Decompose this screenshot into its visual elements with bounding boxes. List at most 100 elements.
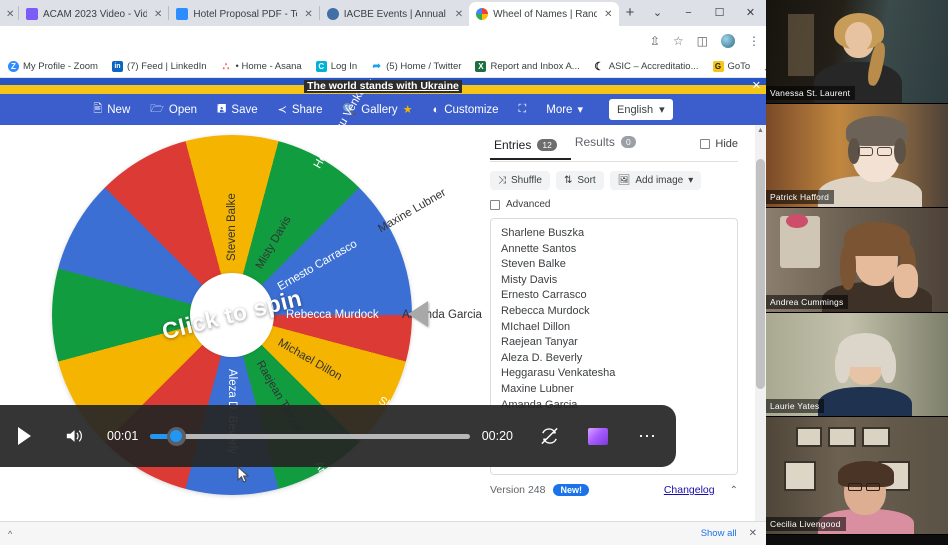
advanced-checkbox[interactable] bbox=[490, 199, 500, 210]
participant-name: Vanessa St. Laurent bbox=[766, 86, 856, 100]
close-icon[interactable]: ✕ bbox=[154, 9, 162, 20]
close-icon[interactable]: ✕ bbox=[455, 9, 463, 20]
bookmark-twitter[interactable]: ➦ (5) Home / Twitter bbox=[371, 61, 461, 72]
tab-overflow-close[interactable]: ✕ bbox=[0, 2, 18, 26]
bookmark-asic[interactable]: ☾ ASIC – Accreditatio... bbox=[593, 61, 699, 73]
linkedin-icon: in bbox=[111, 61, 123, 72]
participant-tile[interactable]: Patrick Hafford bbox=[766, 104, 948, 208]
bookmark-goto[interactable]: G GoTo bbox=[712, 61, 750, 72]
collapse-caret-icon[interactable]: ⌃ bbox=[730, 485, 738, 496]
screen: ✕ ACAM 2023 Video - Video ✕ Hotel Propos… bbox=[0, 0, 948, 545]
scroll-up-arrow[interactable]: ▲ bbox=[755, 127, 766, 134]
language-select[interactable]: English ▾ bbox=[608, 99, 673, 120]
save-button[interactable]: 🖪 Save bbox=[217, 100, 258, 119]
entry-item[interactable]: Steven Balke bbox=[501, 257, 727, 273]
open-folder-icon: 🗁 bbox=[150, 103, 164, 115]
close-icon[interactable]: ✕ bbox=[6, 9, 14, 20]
share-icon[interactable]: ⇫ bbox=[650, 34, 660, 48]
new-file-icon: 🖹 bbox=[93, 103, 103, 115]
tab-search-icon[interactable]: ⌄ bbox=[642, 0, 673, 26]
button-label: Customize bbox=[444, 103, 499, 116]
banner-text[interactable]: The world stands with Ukraine bbox=[304, 79, 462, 93]
tab-acam-video[interactable]: ACAM 2023 Video - Video ✕ bbox=[19, 2, 168, 26]
tab-label: Entries bbox=[494, 137, 532, 152]
banner-close-icon[interactable]: ✕ bbox=[752, 79, 761, 92]
teams-favicon bbox=[176, 8, 189, 20]
entry-item[interactable]: Raejean Tanyar bbox=[501, 335, 727, 351]
participant-name: Laurie Yates bbox=[766, 399, 825, 413]
more-button[interactable]: More ▾ bbox=[546, 103, 583, 117]
participant-tile[interactable]: Vanessa St. Laurent bbox=[766, 0, 948, 104]
add-image-button[interactable]: 🖼 Add image ▾ bbox=[609, 171, 702, 190]
gallery-button[interactable]: 🔍 Gallery ★ bbox=[342, 103, 413, 117]
close-icon[interactable]: ✕ bbox=[604, 9, 612, 20]
hide-checkbox[interactable] bbox=[700, 139, 711, 149]
close-icon[interactable]: ✕ bbox=[304, 9, 312, 20]
participant-name: Patrick Hafford bbox=[766, 190, 835, 204]
entry-item[interactable]: Ernesto Carrasco bbox=[501, 288, 727, 304]
volume-button[interactable] bbox=[65, 427, 85, 445]
entry-item[interactable]: Aleza D. Beverly bbox=[501, 351, 727, 367]
hide-toggle[interactable]: Hide bbox=[700, 138, 738, 150]
chevron-down-icon: ▾ bbox=[659, 104, 665, 116]
play-button[interactable] bbox=[16, 426, 33, 446]
caret-up-icon[interactable]: ^ bbox=[8, 529, 12, 539]
sort-button[interactable]: ⇅ Sort bbox=[555, 171, 604, 190]
participant-tile[interactable]: Laurie Yates bbox=[766, 313, 948, 417]
open-button[interactable]: 🗁 Open bbox=[150, 100, 197, 119]
show-all-downloads-link[interactable]: Show all bbox=[701, 528, 737, 539]
panel-tabs: Entries 12 Results 0 Hide bbox=[490, 133, 738, 162]
entry-item[interactable]: Rebecca Murdock bbox=[501, 304, 727, 320]
new-button[interactable]: 🖹 New bbox=[93, 100, 130, 119]
effects-icon bbox=[588, 427, 608, 445]
more-options-icon: ⋯ bbox=[638, 426, 656, 446]
loop-off-icon bbox=[541, 427, 558, 445]
customize-button[interactable]: ◐ Customize bbox=[433, 104, 499, 116]
bookmark-asana[interactable]: ∴ • Home - Asana bbox=[220, 61, 302, 73]
bookmark-zoom[interactable]: Z My Profile - Zoom bbox=[8, 61, 98, 72]
search-icon: 🔍 bbox=[342, 104, 357, 116]
profile-avatar[interactable] bbox=[721, 34, 735, 48]
entry-item[interactable]: Sharlene Buszka bbox=[501, 226, 727, 242]
page-scrollbar[interactable]: ▲ ▼ bbox=[755, 125, 766, 545]
entry-item[interactable]: Heggarasu Venkatesha bbox=[501, 366, 727, 382]
entry-item[interactable]: Annette Santos bbox=[501, 242, 727, 258]
bookmark-report-inbox[interactable]: X Report and Inbox A... bbox=[475, 61, 580, 72]
sidepanel-icon[interactable]: ◫ bbox=[697, 34, 708, 48]
bookmark-login[interactable]: C Log In bbox=[315, 61, 357, 72]
share-button[interactable]: ≺ Share bbox=[278, 103, 323, 117]
seek-slider[interactable] bbox=[150, 426, 470, 446]
participant-tile[interactable]: Andrea Cummings bbox=[766, 208, 948, 313]
minimize-icon[interactable]: − bbox=[673, 0, 704, 26]
entry-item[interactable]: Maxine Lubner bbox=[501, 382, 727, 398]
star-icon[interactable]: ☆ bbox=[673, 34, 684, 48]
hide-label: Hide bbox=[715, 138, 738, 150]
entry-item[interactable]: Misty Davis bbox=[501, 273, 727, 289]
effects-button[interactable] bbox=[588, 427, 608, 445]
bookmark-linkedin[interactable]: in (7) Feed | LinkedIn bbox=[111, 61, 207, 72]
window-close-icon[interactable]: ✕ bbox=[735, 0, 766, 26]
seek-handle[interactable] bbox=[166, 426, 186, 446]
tab-results[interactable]: Results 0 bbox=[571, 133, 650, 155]
maximize-icon[interactable]: ☐ bbox=[704, 0, 735, 26]
tab-entries[interactable]: Entries 12 bbox=[490, 136, 571, 160]
new-tab-button[interactable]: + bbox=[619, 4, 642, 23]
entries-actions: ⤨ Shuffle ⇅ Sort 🖼 Add image ▾ bbox=[490, 171, 738, 190]
more-options-button[interactable]: ⋯ bbox=[638, 426, 656, 446]
wheel-hub[interactable] bbox=[190, 273, 274, 357]
shuffle-button[interactable]: ⤨ Shuffle bbox=[490, 171, 550, 190]
kebab-menu-icon[interactable]: ⋮ bbox=[748, 34, 760, 48]
loop-button[interactable] bbox=[539, 426, 560, 446]
fullscreen-button[interactable]: ⛶ bbox=[519, 103, 527, 116]
participant-tile[interactable]: Cecilia Livengood bbox=[766, 417, 948, 535]
video-call-rail: Vanessa St. Laurent Patrick Hafford Andr… bbox=[766, 0, 948, 545]
tab-iacbe-events[interactable]: IACBE Events | Annual Confe ✕ bbox=[320, 2, 469, 26]
entry-item[interactable]: MIchael Dillon bbox=[501, 320, 727, 336]
close-icon[interactable]: ✕ bbox=[749, 528, 757, 539]
tab-wheel-of-names[interactable]: Wheel of Names | Random n ✕ bbox=[469, 2, 619, 26]
participant-name: Andrea Cummings bbox=[766, 295, 849, 309]
changelog-link[interactable]: Changelog bbox=[664, 484, 715, 496]
tab-hotel-proposal[interactable]: Hotel Proposal PDF - Templa ✕ bbox=[169, 2, 318, 26]
scrollbar-thumb[interactable] bbox=[756, 159, 765, 389]
advanced-toggle[interactable]: Advanced bbox=[490, 199, 738, 210]
